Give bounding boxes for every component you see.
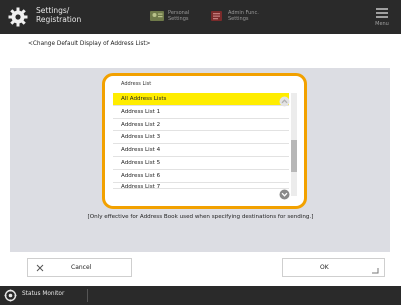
address-list-header: Address List: [121, 81, 152, 87]
personal-settings-line2: Settings: [168, 16, 189, 22]
list-item-partial[interactable]: Address List 7: [113, 183, 289, 189]
personal-settings-icon: [150, 11, 164, 21]
screen-title-line2: Registration: [36, 15, 82, 24]
scroll-down-icon[interactable]: [279, 189, 290, 200]
list-item[interactable]: Address List 4: [113, 144, 289, 157]
menu-label: Menu: [375, 21, 389, 27]
list-item-selected[interactable]: All Address Lists: [113, 93, 289, 106]
list-item[interactable]: Address List 1: [113, 106, 289, 119]
admin-settings-icon: [211, 11, 222, 21]
screen-title: Settings/ Registration: [36, 6, 81, 24]
top-bar: Settings/ Registration Personal Settings…: [0, 0, 401, 34]
cancel-label: Cancel: [71, 264, 92, 271]
address-list-selector[interactable]: Address List All Address Lists Address L…: [102, 73, 307, 209]
menu-icon: [373, 8, 391, 18]
scrollbar-thumb[interactable]: [291, 140, 297, 172]
list-item[interactable]: Address List 5: [113, 157, 289, 170]
menu-button[interactable]: Menu: [373, 6, 391, 28]
info-note: [Only effective for Address Book used wh…: [87, 214, 314, 220]
ok-label: OK: [320, 264, 329, 271]
screen-title-line1: Settings/: [36, 6, 70, 15]
page-subtitle: <Change Default Display of Address List>: [28, 41, 151, 47]
list-item[interactable]: Address List 3: [113, 131, 289, 145]
admin-settings-line2: Settings: [228, 16, 249, 22]
personal-settings-button[interactable]: Personal Settings: [150, 8, 210, 26]
status-monitor-icon[interactable]: [4, 289, 17, 302]
address-list: All Address Lists Address List 1 Address…: [113, 93, 289, 189]
cancel-button[interactable]: Cancel: [27, 258, 132, 277]
settings-gear-icon: [8, 7, 28, 27]
close-icon: [36, 264, 44, 272]
scroll-up-icon[interactable]: [279, 96, 290, 107]
list-item[interactable]: Address List 2: [113, 119, 289, 132]
status-bar: Status Monitor: [0, 286, 401, 305]
ok-button[interactable]: OK: [282, 258, 385, 277]
footer-divider: [87, 289, 88, 302]
status-monitor-button[interactable]: Status Monitor: [22, 291, 64, 297]
list-item[interactable]: Address List 6: [113, 170, 289, 183]
confirm-corner-icon: [372, 268, 379, 274]
admin-settings-button[interactable]: Admin Func. Settings: [210, 8, 270, 26]
